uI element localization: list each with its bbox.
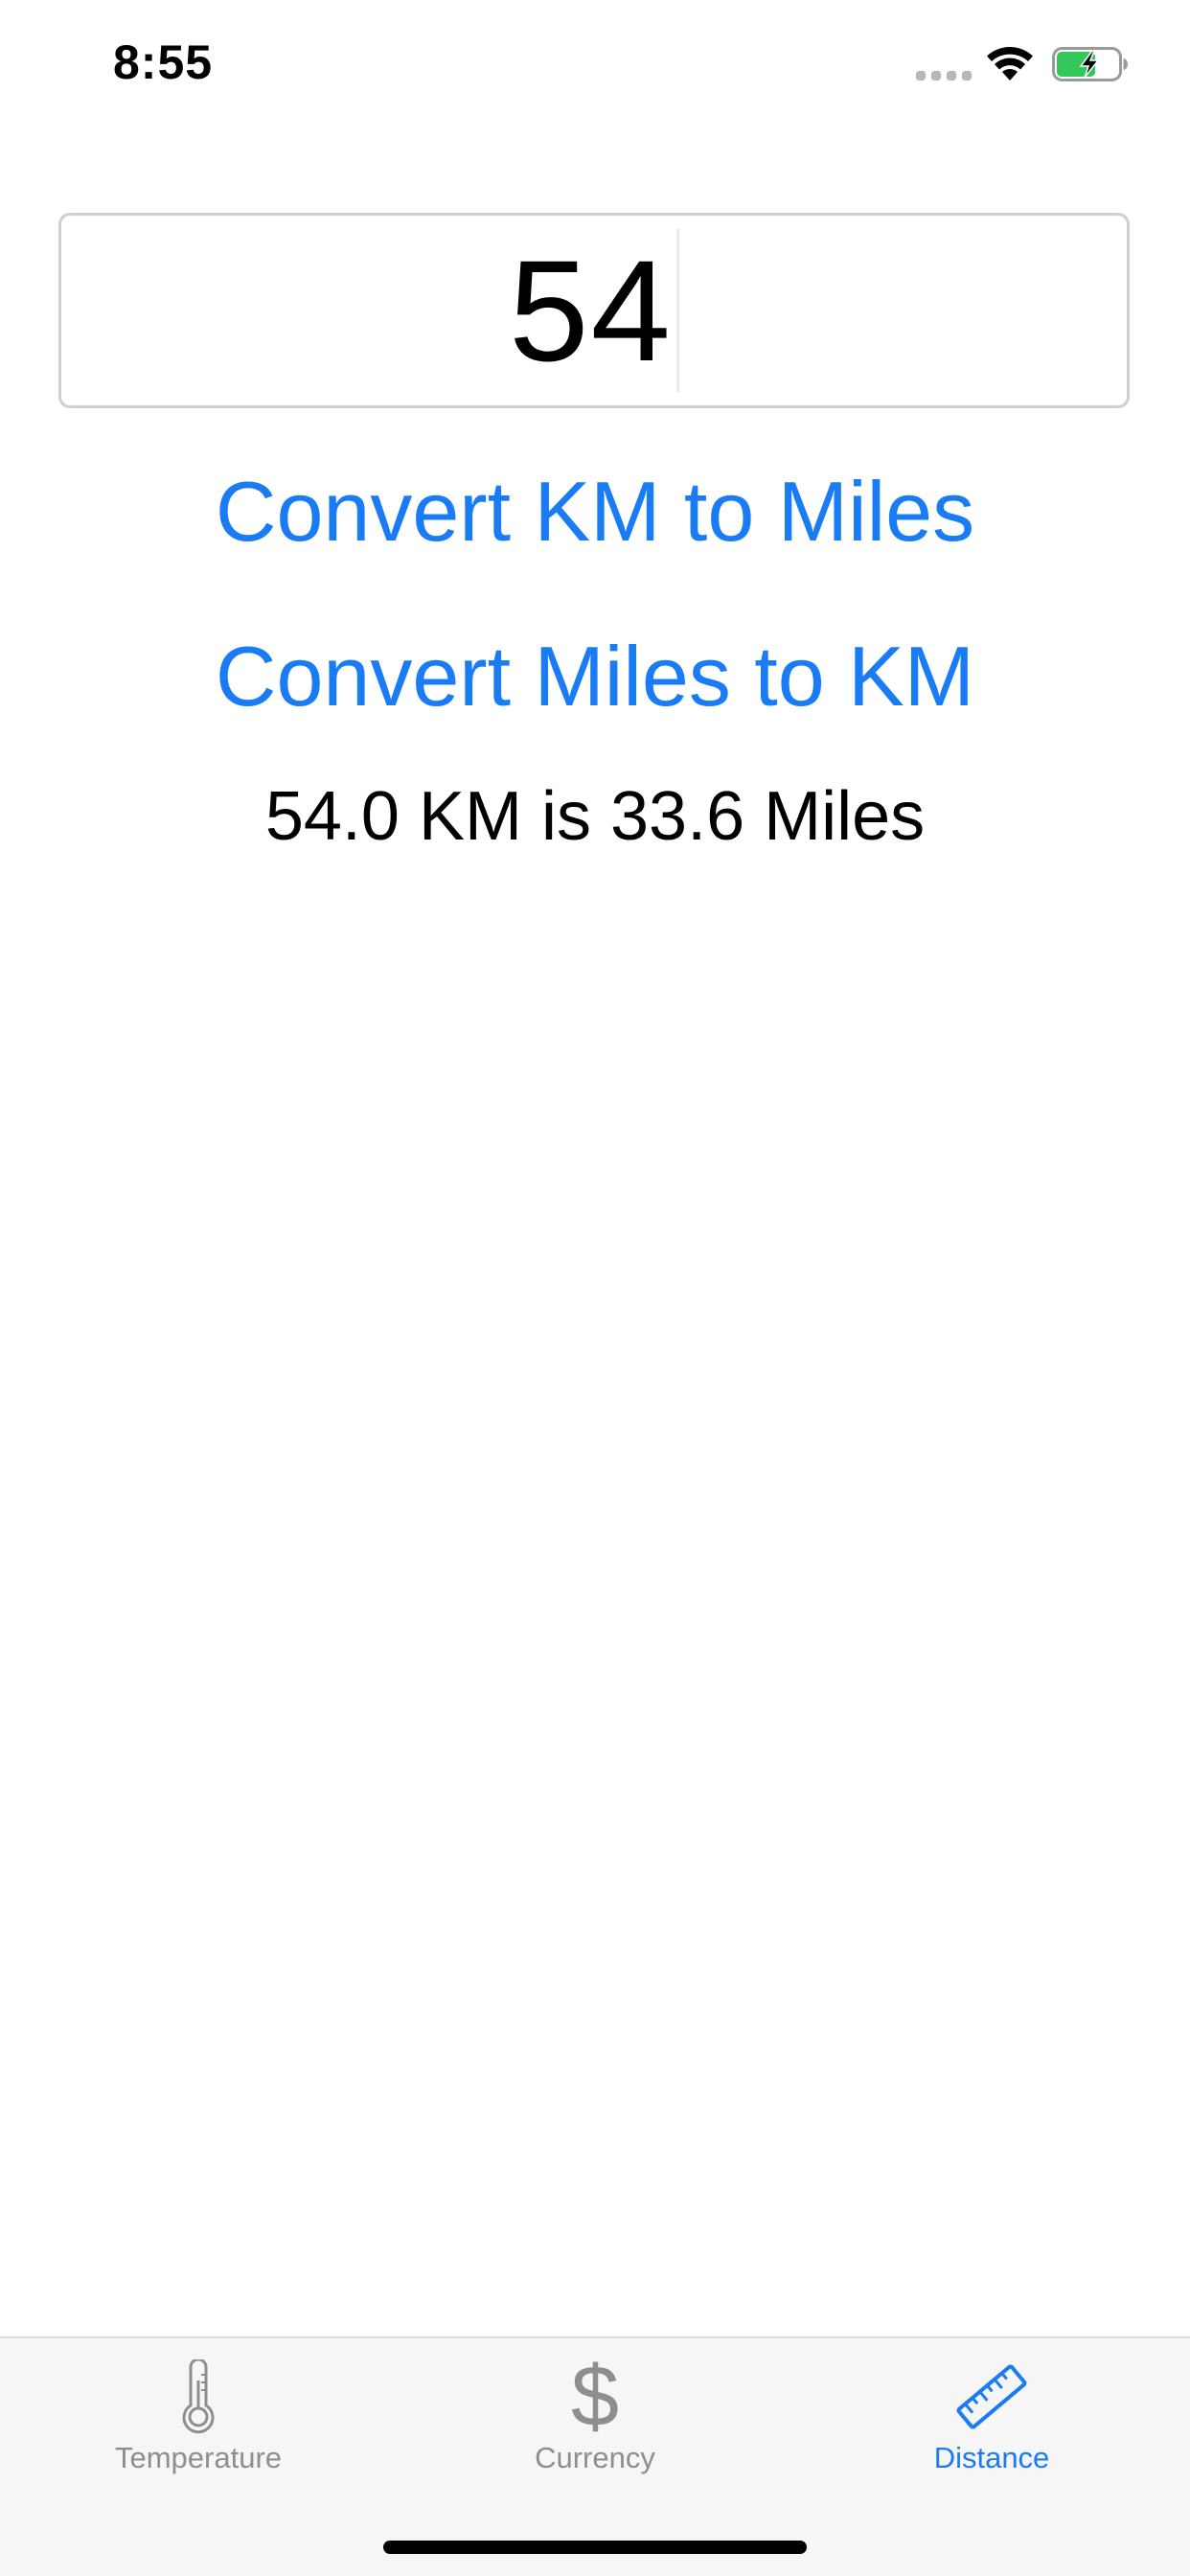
text-cursor [675, 229, 679, 392]
wifi-icon [987, 46, 1033, 80]
status-bar: 8:55 [0, 0, 1190, 126]
distance-input-value: 54 [509, 230, 673, 391]
conversion-result: 54.0 KM is 33.6 Miles [264, 778, 926, 855]
signal-dots-icon [916, 71, 972, 80]
ruler-icon [949, 2354, 1035, 2440]
home-indicator [383, 2541, 807, 2554]
battery-charging-icon [1052, 47, 1128, 81]
dollar-glyph: $ [570, 2349, 620, 2445]
tab-bar: Temperature $ Currency Distance [0, 2336, 1190, 2576]
tab-currency-label: Currency [535, 2441, 655, 2474]
dollar-icon: $ [552, 2354, 638, 2440]
distance-input[interactable]: 54 [58, 213, 1130, 408]
tab-currency[interactable]: $ Currency [397, 2338, 793, 2501]
convert-km-to-miles-button[interactable]: Convert KM to Miles [0, 470, 1190, 554]
tab-distance[interactable]: Distance [793, 2338, 1190, 2501]
thermometer-icon [155, 2354, 241, 2440]
tab-temperature-label: Temperature [114, 2441, 283, 2474]
status-time: 8:55 [113, 35, 214, 89]
tab-temperature[interactable]: Temperature [0, 2338, 397, 2501]
tab-distance-label: Distance [933, 2441, 1050, 2474]
convert-miles-to-km-button[interactable]: Convert Miles to KM [0, 634, 1190, 719]
